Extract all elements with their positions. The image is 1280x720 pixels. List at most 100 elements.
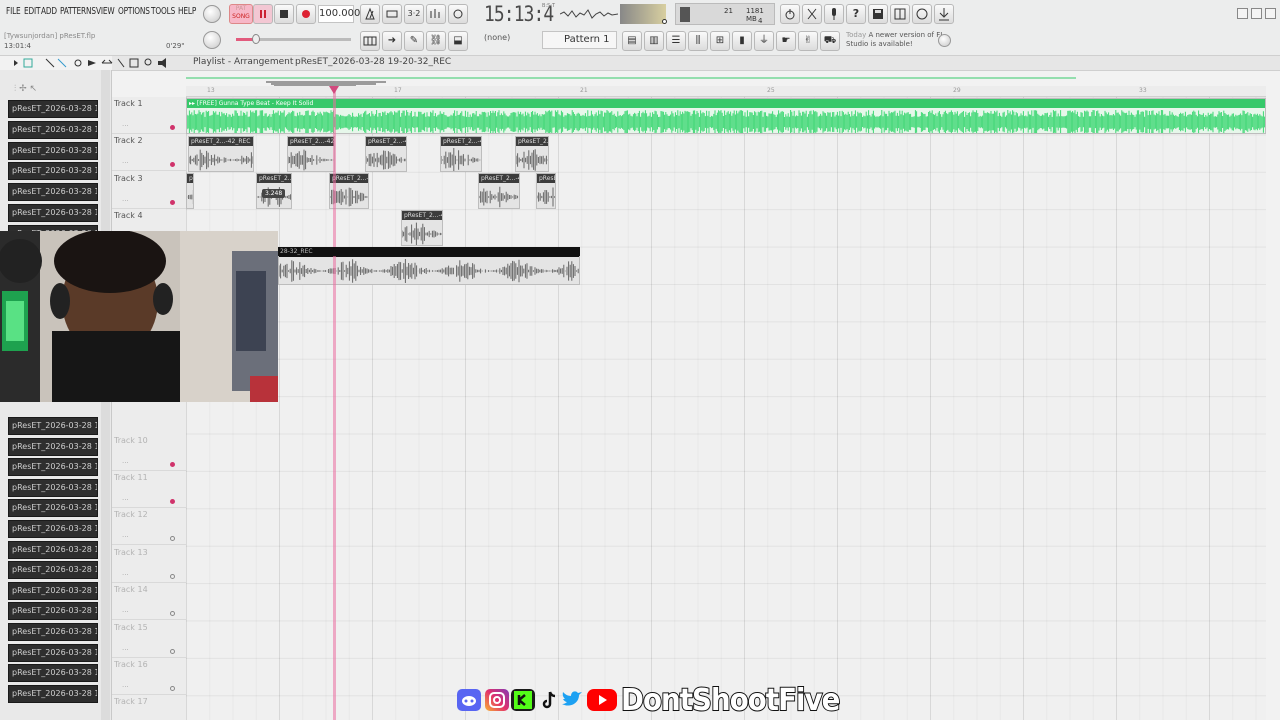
track-grip-icon[interactable]: ···	[122, 459, 129, 467]
playlist-grid[interactable]: ▸▸ [FREE] Gunna Type Beat - Keep It Soli…	[186, 97, 1266, 720]
browser-item[interactable]: pResET_2026-03-28 19-	[8, 582, 98, 600]
clip-title[interactable]: pResET_2...-42_REC	[479, 174, 519, 183]
cut-button[interactable]	[802, 4, 822, 24]
mixer-view-button[interactable]: ⫼	[688, 31, 708, 51]
audio-clip[interactable]: pResET_2...-42_REC	[536, 173, 556, 209]
link-tool-button[interactable]: ⛓	[426, 31, 446, 51]
track-name[interactable]: Track 3	[114, 174, 143, 183]
track-header[interactable]: Track 17···	[112, 695, 186, 720]
track-grip-icon[interactable]: ···	[122, 159, 129, 167]
record-arm-icon[interactable]	[170, 536, 175, 542]
track-name[interactable]: Track 12	[114, 510, 148, 519]
record-arm-icon[interactable]	[170, 573, 175, 579]
browser-item[interactable]: pResET_2026-03-28 19-	[8, 479, 98, 497]
browser-item[interactable]: pResET_2026-03-28 19-	[8, 121, 98, 139]
record-button[interactable]	[296, 4, 316, 24]
long-clip-title[interactable]: 28-32_REC	[278, 247, 580, 256]
browser-item[interactable]: pResET_2026-03-28 19-	[8, 644, 98, 662]
gear-icon[interactable]	[938, 34, 951, 47]
clip-title[interactable]: pResET_2...-42_REC	[516, 137, 548, 146]
track-grip-icon[interactable]: ···	[122, 646, 129, 654]
clip-title[interactable]: pResET_2...-42_REC	[257, 174, 291, 183]
menu-tools[interactable]: TOOLS	[151, 6, 175, 17]
mixer-button[interactable]	[890, 4, 910, 24]
audio-clip[interactable]: pResET_2...-42_REC	[440, 136, 482, 172]
track-grip-icon[interactable]: ···	[122, 533, 129, 541]
master-volume-knob[interactable]	[203, 5, 221, 23]
clip-title[interactable]: pResET_2...-42_REC	[288, 137, 334, 146]
audio-clip[interactable]: pResET_2...-42_REC	[287, 136, 335, 172]
channel-rack-button[interactable]: ☰	[666, 31, 686, 51]
chat-button[interactable]	[912, 4, 932, 24]
maximize-button[interactable]	[1251, 8, 1262, 19]
piano-roll-button[interactable]	[360, 31, 380, 51]
tempo-display[interactable]: 100.000	[318, 5, 360, 23]
browser-item[interactable]: pResET_2026-03-28 19-	[8, 499, 98, 517]
clip-title[interactable]: pResET_2...-42_REC	[441, 137, 481, 146]
track-name[interactable]: Track 10	[114, 436, 148, 445]
export-button[interactable]	[934, 4, 954, 24]
menu-options[interactable]: OPTIONS	[118, 6, 150, 17]
track-header[interactable]: Track 1 ···	[112, 97, 186, 134]
touch-keyboard-button[interactable]: ☛	[776, 31, 796, 51]
minimize-button[interactable]	[1237, 8, 1248, 19]
track-name[interactable]: Track 17	[114, 697, 148, 706]
microphone-button[interactable]	[824, 4, 844, 24]
audio-clip[interactable]: pResET_2...-42_REC	[515, 136, 549, 172]
stamp-tool-button[interactable]: ⬓	[448, 31, 468, 51]
track-header[interactable]: Track 11 ···	[112, 471, 186, 508]
record-arm-icon[interactable]	[170, 499, 175, 504]
save-button[interactable]	[868, 4, 888, 24]
browser-item[interactable]: pResET_2026-03-28 19-	[8, 417, 98, 435]
piano-roll-view-button[interactable]: ▥	[644, 31, 664, 51]
record-arm-icon[interactable]	[170, 125, 175, 130]
master-pitch-slider[interactable]	[236, 34, 351, 44]
audio-clip[interactable]: pResET_2...-42_REC	[188, 136, 254, 172]
track-grip-icon[interactable]: ···	[122, 571, 129, 579]
step-edit-button[interactable]	[426, 4, 446, 24]
plug-button[interactable]: ⏚	[754, 31, 774, 51]
track-header[interactable]: Track 12 ···	[112, 508, 186, 546]
track-name[interactable]: Track 15	[114, 623, 148, 632]
record-arm-icon[interactable]	[170, 686, 175, 691]
menu-help[interactable]: HELP	[178, 6, 196, 17]
wait-input-button[interactable]	[382, 4, 402, 24]
audio-clip[interactable]: pResET_2...-42_REC	[401, 210, 443, 246]
browser-item[interactable]: pResET_2026-03-28 19-	[8, 183, 98, 201]
record-arm-icon[interactable]	[170, 199, 175, 205]
playhead[interactable]	[333, 86, 336, 720]
record-arm-icon[interactable]	[170, 162, 175, 168]
track-header[interactable]: Track 3 ···	[112, 172, 186, 209]
playlist-title[interactable]: Playlist - Arrangement	[193, 57, 293, 67]
audio-clip[interactable]: pResET_2...-42_REC	[365, 136, 407, 172]
shop-button[interactable]: ⛟	[820, 31, 840, 51]
menu-view[interactable]: VIEW	[96, 6, 115, 17]
browser-item[interactable]: pResET_2026-03-28 19-	[8, 602, 98, 620]
snap-selector[interactable]: (none)	[484, 33, 510, 42]
menu-patterns[interactable]: PATTERNS	[60, 6, 96, 17]
track-header[interactable]: Track 14 ···	[112, 583, 186, 621]
browser-item[interactable]: pResET_2026-03-28 19-	[8, 520, 98, 538]
track-name[interactable]: Track 16	[114, 660, 148, 669]
track-name[interactable]: Track 1	[114, 99, 143, 108]
track-header[interactable]: Track 10 ···	[112, 434, 186, 471]
plugin-picker-button[interactable]: ▮	[732, 31, 752, 51]
browser-item[interactable]: pResET_2026-03-28 19-	[8, 162, 98, 180]
undo-history-button[interactable]	[780, 4, 800, 24]
track-grip-icon[interactable]: ···	[122, 608, 129, 616]
clip-title[interactable]: pResET_2...-42_REC	[189, 137, 253, 146]
playlist-overview[interactable]	[186, 72, 1266, 87]
clip-title[interactable]: pResET_2...-42_REC	[366, 137, 406, 146]
browser-item[interactable]: pResET_2026-03-28 19-	[8, 100, 98, 118]
browser-item[interactable]: pResET_2026-03-28 19-	[8, 664, 98, 682]
menu-file[interactable]: FILE	[6, 6, 21, 17]
draw-tool-button[interactable]: ✎	[404, 31, 424, 51]
track-grip-icon[interactable]: ···	[122, 197, 129, 205]
browser-item[interactable]: pResET_2026-03-28 19-	[8, 623, 98, 641]
track-header[interactable]: Track 2 ···	[112, 134, 186, 172]
track-grip-icon[interactable]: ···	[122, 122, 129, 130]
arrow-tool-button[interactable]: ➜	[382, 31, 402, 51]
track-header[interactable]: Track 16 ···	[112, 658, 186, 695]
browser-item[interactable]: pResET_2026-03-28 19-	[8, 458, 98, 476]
browser-item[interactable]: pResET_2026-03-28 19-	[8, 561, 98, 579]
